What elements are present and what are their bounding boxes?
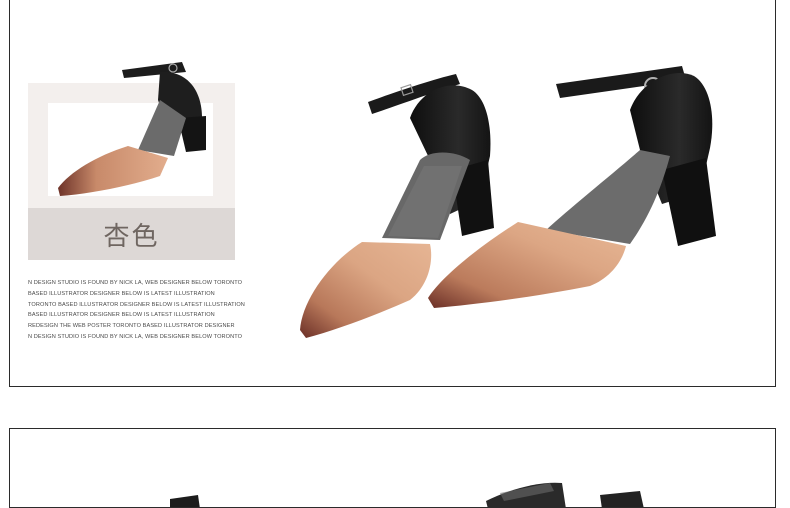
product-panel-apricot: 杏色 N DESIGN STUDIO IS FOUND BY NICK LA, … — [9, 0, 776, 387]
main-shoe-image — [300, 66, 716, 338]
next-shoe-image-partial — [170, 482, 644, 507]
product-panel-next — [9, 428, 776, 508]
